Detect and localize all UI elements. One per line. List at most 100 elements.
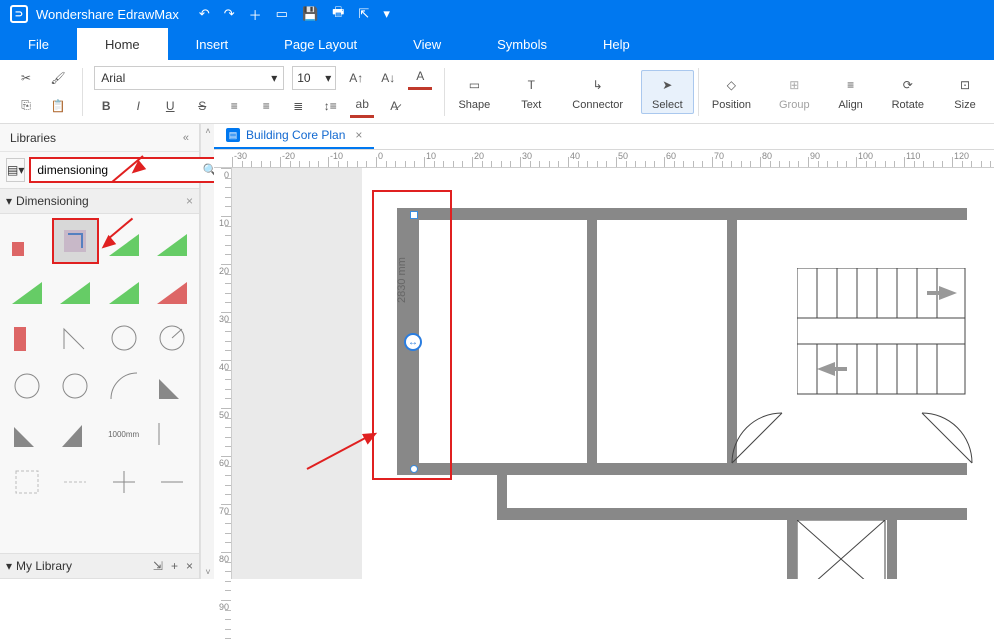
font-group: Arial▾ 10▾ A↑ A↓ A B I U S ≡ ≡ ≣ ↕≡ ab A… [86, 66, 440, 118]
ruler-label: 60 [666, 151, 676, 161]
library-picker-icon[interactable]: ▤▾ [6, 158, 25, 182]
resize-handle-top[interactable] [410, 211, 418, 219]
menu-page-layout[interactable]: Page Layout [256, 28, 385, 60]
sidebar-header: Libraries « [0, 124, 199, 152]
align-left-icon[interactable]: ≡ [222, 94, 246, 118]
clear-format-icon[interactable]: A̷ [382, 94, 406, 118]
position-tool[interactable]: ◇ Position [702, 71, 761, 113]
dimension-shape[interactable] [4, 315, 50, 361]
library-search-input[interactable] [31, 163, 198, 177]
sidebar-search-row: ▤▾ 🔍 [0, 152, 199, 188]
connector-icon: ↳ [586, 73, 610, 97]
add-library-icon[interactable]: + [171, 559, 178, 573]
menu-symbols[interactable]: Symbols [469, 28, 575, 60]
dimension-shape[interactable] [101, 459, 147, 505]
cut-icon[interactable]: ✂ [14, 66, 38, 90]
new-icon[interactable]: ＋ [249, 5, 262, 24]
dimension-shape[interactable] [4, 218, 50, 264]
document-tab[interactable]: ▤ Building Core Plan × [214, 123, 374, 149]
line-spacing-icon[interactable]: ↕≡ [318, 94, 342, 118]
copy-icon[interactable]: ⎘ [14, 94, 38, 118]
redo-icon[interactable]: ↷ [224, 6, 235, 22]
ruler-label: 20 [474, 151, 484, 161]
save-icon[interactable]: 💾 [302, 6, 318, 22]
drawing-canvas[interactable]: ↔ 2830 mm [232, 168, 994, 579]
dimension-shape[interactable] [4, 363, 50, 409]
menu-insert[interactable]: Insert [168, 28, 257, 60]
clipboard-group: ✂ 🖌 ⎘ 📋 [6, 66, 78, 118]
italic-icon[interactable]: I [126, 94, 150, 118]
menu-help[interactable]: Help [575, 28, 658, 60]
dimension-shape[interactable] [52, 363, 98, 409]
more-icon[interactable]: ▾ [383, 6, 390, 22]
dimension-shape[interactable]: 1000mm [101, 411, 147, 457]
ruler-label: 110 [906, 151, 920, 161]
dimension-shape[interactable] [4, 411, 50, 457]
export-icon[interactable]: ⇱ [358, 6, 369, 22]
dimension-value: 2830 mm [396, 257, 408, 303]
document-tabs: ▤ Building Core Plan × [214, 124, 994, 150]
close-section-icon[interactable]: × [186, 194, 193, 208]
import-library-icon[interactable]: ⇲ [153, 559, 163, 573]
dimension-shape[interactable] [149, 411, 195, 457]
dimension-object[interactable]: ↔ [407, 212, 421, 472]
dimension-shape[interactable] [101, 266, 147, 312]
move-handle-icon[interactable]: ↔ [404, 333, 422, 351]
position-icon: ◇ [719, 73, 743, 97]
scroll-down-icon[interactable]: ˅ [201, 565, 215, 579]
library-section-header[interactable]: ▾Dimensioning × [0, 188, 199, 214]
dimension-shape[interactable] [149, 363, 195, 409]
rotate-tool[interactable]: ⟳ Rotate [882, 71, 934, 113]
size-tool[interactable]: ⊡ Size [942, 71, 988, 113]
undo-icon[interactable]: ↶ [199, 6, 210, 22]
decrease-font-icon[interactable]: A↓ [376, 66, 400, 90]
bullets-icon[interactable]: ≣ [286, 94, 310, 118]
print-icon[interactable]: 🖶 [332, 3, 344, 25]
ruler-label: 100 [858, 151, 873, 161]
dimension-shape[interactable] [149, 459, 195, 505]
align-center-icon[interactable]: ≡ [254, 94, 278, 118]
shape-tool[interactable]: ▭ Shape [448, 71, 500, 113]
scroll-up-icon[interactable]: ˄ [201, 124, 215, 138]
my-library-header[interactable]: ▾My Library ⇲ + × [0, 553, 199, 579]
dimension-shape[interactable] [101, 315, 147, 361]
dimension-shape[interactable] [101, 363, 147, 409]
strike-icon[interactable]: S [190, 94, 214, 118]
bold-icon[interactable]: B [94, 94, 118, 118]
increase-font-icon[interactable]: A↑ [344, 66, 368, 90]
ruler-label: 80 [762, 151, 772, 161]
document-tab-label: Building Core Plan [246, 128, 345, 142]
connector-tool[interactable]: ↳ Connector [562, 71, 633, 113]
menu-view[interactable]: View [385, 28, 469, 60]
menu-file[interactable]: File [0, 28, 77, 60]
highlight-icon[interactable]: ab [350, 94, 374, 118]
ruler-label: -30 [234, 151, 247, 161]
dimension-shape[interactable] [149, 266, 195, 312]
align-icon: ≡ [839, 73, 863, 97]
close-tab-icon[interactable]: × [355, 128, 362, 142]
dimension-shape[interactable] [149, 315, 195, 361]
collapse-sidebar-icon[interactable]: « [183, 132, 189, 144]
dimension-shape[interactable] [4, 459, 50, 505]
dimension-shape-selected[interactable] [52, 218, 98, 264]
close-library-icon[interactable]: × [186, 559, 193, 573]
font-family-select[interactable]: Arial▾ [94, 66, 284, 90]
text-tool[interactable]: T Text [508, 71, 554, 113]
open-icon[interactable]: ▭ [276, 6, 288, 22]
menu-home[interactable]: Home [77, 28, 168, 60]
dimension-shape[interactable] [52, 266, 98, 312]
select-tool[interactable]: ➤ Select [641, 70, 694, 114]
dimension-shape[interactable] [52, 459, 98, 505]
font-size-select[interactable]: 10▾ [292, 66, 336, 90]
align-tool[interactable]: ≡ Align [828, 71, 874, 113]
paste-icon[interactable]: 📋 [46, 94, 70, 118]
dimension-shape[interactable] [52, 315, 98, 361]
resize-handle-bottom[interactable] [410, 465, 418, 473]
dimension-shape[interactable] [52, 411, 98, 457]
dimension-shape[interactable] [149, 218, 195, 264]
group-tool[interactable]: ⊞ Group [769, 71, 820, 113]
underline-icon[interactable]: U [158, 94, 182, 118]
font-color-icon[interactable]: A [408, 66, 432, 90]
format-painter-icon[interactable]: 🖌 [46, 66, 70, 90]
dimension-shape[interactable] [4, 266, 50, 312]
